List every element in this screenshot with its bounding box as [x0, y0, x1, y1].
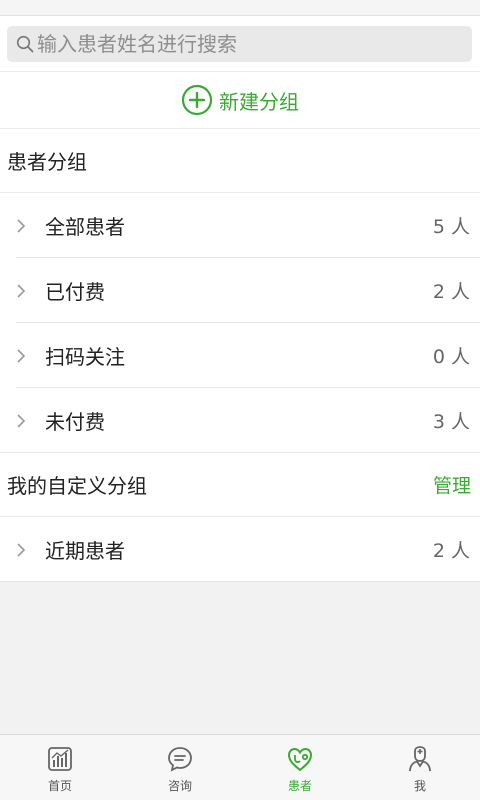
tab-label: 首页 [47, 779, 72, 793]
tab-consult[interactable]: 咨询 [120, 735, 240, 800]
chevron-right-icon [17, 283, 26, 298]
chevron-right-icon [17, 218, 26, 233]
custom-groups-header: 我的自定义分组 管理 [0, 453, 480, 517]
chevron-right-icon [17, 348, 26, 363]
group-count: 2 人 [432, 540, 470, 562]
status-strip [0, 0, 480, 16]
bottom-tab-bar: 首页 咨询 患者 我 [0, 734, 480, 800]
new-group-label: 新建分组 [219, 89, 299, 114]
group-name: 已付费 [45, 280, 105, 304]
tab-home[interactable]: 首页 [0, 735, 120, 800]
tab-patients[interactable]: 患者 [240, 735, 360, 800]
tab-label: 患者 [287, 779, 312, 793]
chat-icon [168, 747, 192, 772]
group-count: 0 人 [432, 346, 470, 368]
custom-groups-title: 我的自定义分组 [7, 474, 147, 498]
tab-label: 咨询 [167, 779, 192, 793]
search-input[interactable] [37, 32, 457, 56]
group-count: 5 人 [432, 216, 470, 238]
manage-button[interactable]: 管理 [433, 471, 471, 498]
group-row-unpaid[interactable]: 未付费 3 人 [0, 388, 480, 453]
patient-groups-list: 全部患者 5 人 已付费 2 人 扫码关注 0 人 未付费 3 人 [0, 193, 480, 453]
custom-groups-list: 近期患者 2 人 [0, 517, 480, 582]
group-count: 3 人 [432, 411, 470, 433]
group-name: 全部患者 [45, 215, 125, 239]
add-circle-icon [181, 84, 213, 116]
search-icon [16, 35, 34, 53]
patient-groups-title: 患者分组 [7, 150, 87, 174]
chevron-right-icon [17, 542, 26, 557]
tab-me[interactable]: 我 [360, 735, 480, 800]
group-name: 扫码关注 [45, 345, 125, 369]
stethoscope-heart-icon [287, 747, 313, 772]
group-name: 未付费 [45, 410, 105, 434]
group-row-recent-patients[interactable]: 近期患者 2 人 [0, 517, 480, 582]
group-count: 2 人 [432, 281, 470, 303]
group-row-all-patients[interactable]: 全部患者 5 人 [0, 193, 480, 258]
search-bar [0, 16, 480, 72]
group-row-scan-follow[interactable]: 扫码关注 0 人 [0, 323, 480, 388]
search-box[interactable] [7, 26, 472, 62]
new-group-button[interactable]: 新建分组 [0, 72, 480, 129]
doctor-icon [409, 746, 431, 772]
group-name: 近期患者 [45, 539, 125, 563]
patient-groups-header: 患者分组 [0, 129, 480, 193]
chart-icon [48, 747, 72, 771]
group-row-paid[interactable]: 已付费 2 人 [0, 258, 480, 323]
chevron-right-icon [17, 413, 26, 428]
tab-label: 我 [413, 779, 426, 793]
